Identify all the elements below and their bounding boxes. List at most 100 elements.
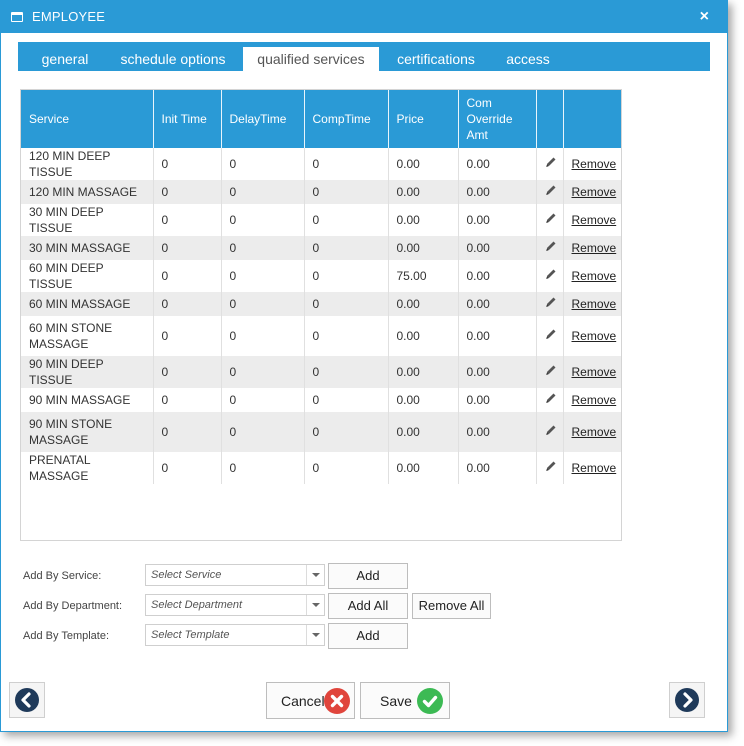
remove-link[interactable]: Remove (572, 425, 617, 439)
table-row[interactable]: 120 MIN DEEP TISSUE 0 0 0 0.00 0.00 Remove (21, 148, 621, 180)
table-row[interactable]: PRENATAL MASSAGE 0 0 0 0.00 0.00 Remove (21, 452, 621, 484)
dropdown-arrow-icon[interactable] (306, 565, 324, 585)
edit-cell (536, 260, 564, 292)
comp-time-cell: 0 (304, 356, 389, 388)
remove-all-button[interactable]: Remove All (412, 593, 491, 619)
remove-link[interactable]: Remove (572, 297, 617, 311)
pencil-icon[interactable] (545, 212, 557, 224)
add-service-button[interactable]: Add (328, 563, 408, 589)
remove-link[interactable]: Remove (572, 329, 617, 343)
tab-access[interactable]: access (496, 48, 560, 71)
remove-link[interactable]: Remove (572, 241, 617, 255)
next-button[interactable] (669, 682, 705, 718)
table-row[interactable]: 30 MIN DEEP TISSUE 0 0 0 0.00 0.00 Remove (21, 204, 621, 236)
close-button[interactable]: × (700, 8, 709, 26)
pencil-icon[interactable] (545, 296, 557, 308)
save-button[interactable]: Save (360, 682, 450, 719)
add-all-button[interactable]: Add All (328, 593, 408, 619)
pencil-icon[interactable] (545, 392, 557, 404)
remove-cell: Remove (563, 316, 621, 356)
column-header-init-time[interactable]: Init Time (153, 90, 222, 148)
remove-link[interactable]: Remove (572, 269, 617, 283)
pencil-icon[interactable] (545, 460, 557, 472)
add-by-department-label: Add By Department: (23, 600, 123, 612)
com-override-cell: 0.00 (458, 412, 537, 452)
remove-link[interactable]: Remove (572, 213, 617, 227)
comp-time-cell: 0 (304, 452, 389, 484)
service-select[interactable]: Select Service (145, 564, 325, 586)
cancel-button[interactable]: Cancel (266, 682, 355, 719)
previous-button[interactable] (9, 682, 45, 718)
delay-time-cell: 0 (221, 356, 305, 388)
pencil-icon[interactable] (545, 240, 557, 252)
remove-link[interactable]: Remove (572, 157, 617, 171)
save-button-label: Save (380, 693, 412, 709)
column-header-com-override-amt[interactable]: Com Override Amt (458, 90, 537, 148)
comp-time-cell: 0 (304, 260, 389, 292)
pencil-icon[interactable] (545, 268, 557, 280)
tab-qualified-services[interactable]: qualified services (243, 47, 379, 71)
dropdown-arrow-icon[interactable] (306, 595, 324, 615)
delay-time-cell: 0 (221, 388, 305, 412)
remove-cell: Remove (563, 236, 621, 260)
column-header-service[interactable]: Service (21, 90, 154, 148)
delay-time-cell: 0 (221, 452, 305, 484)
column-header-remove (563, 90, 621, 148)
price-cell: 0.00 (388, 236, 459, 260)
table-row[interactable]: 120 MIN MASSAGE 0 0 0 0.00 0.00 Remove (21, 180, 621, 204)
tab-general[interactable]: general (26, 48, 104, 71)
table-row[interactable]: 90 MIN MASSAGE 0 0 0 0.00 0.00 Remove (21, 388, 621, 412)
remove-link[interactable]: Remove (572, 365, 617, 379)
add-template-button[interactable]: Add (328, 623, 408, 649)
table-row[interactable]: 60 MIN STONE MASSAGE 0 0 0 0.00 0.00 Remove (21, 316, 621, 356)
dropdown-arrow-icon[interactable] (306, 625, 324, 645)
table-row[interactable]: 90 MIN STONE MASSAGE 0 0 0 0.00 0.00 Remove (21, 412, 621, 452)
service-cell: 120 MIN DEEP TISSUE (21, 148, 154, 180)
department-select[interactable]: Select Department (145, 594, 325, 616)
init-time-cell: 0 (153, 180, 222, 204)
delay-time-cell: 0 (221, 204, 305, 236)
tab-schedule-options[interactable]: schedule options (113, 48, 233, 71)
edit-cell (536, 412, 564, 452)
init-time-cell: 0 (153, 148, 222, 180)
pencil-icon[interactable] (545, 364, 557, 376)
com-override-cell: 0.00 (458, 260, 537, 292)
cancel-button-label: Cancel (281, 693, 325, 709)
remove-cell: Remove (563, 356, 621, 388)
column-header-comp-time[interactable]: CompTime (304, 90, 389, 148)
column-header-delay-time[interactable]: DelayTime (221, 90, 305, 148)
remove-link[interactable]: Remove (572, 461, 617, 475)
table-row[interactable]: 60 MIN DEEP TISSUE 0 0 0 75.00 0.00 Remove (21, 260, 621, 292)
price-cell: 0.00 (388, 388, 459, 412)
edit-cell (536, 180, 564, 204)
remove-link[interactable]: Remove (572, 393, 617, 407)
edit-cell (536, 236, 564, 260)
template-select[interactable]: Select Template (145, 624, 325, 646)
pencil-icon[interactable] (545, 156, 557, 168)
column-header-price[interactable]: Price (388, 90, 459, 148)
chevron-left-icon (15, 688, 39, 712)
pencil-icon[interactable] (545, 328, 557, 340)
price-cell: 0.00 (388, 148, 459, 180)
comp-time-cell: 0 (304, 204, 389, 236)
init-time-cell: 0 (153, 356, 222, 388)
window-icon (11, 12, 23, 22)
pencil-icon[interactable] (545, 424, 557, 436)
edit-cell (536, 148, 564, 180)
table-row[interactable]: 60 MIN MASSAGE 0 0 0 0.00 0.00 Remove (21, 292, 621, 316)
table-row[interactable]: 90 MIN DEEP TISSUE 0 0 0 0.00 0.00 Remove (21, 356, 621, 388)
table-row[interactable]: 30 MIN MASSAGE 0 0 0 0.00 0.00 Remove (21, 236, 621, 260)
pencil-icon[interactable] (545, 184, 557, 196)
remove-cell: Remove (563, 412, 621, 452)
remove-link[interactable]: Remove (572, 185, 617, 199)
init-time-cell: 0 (153, 388, 222, 412)
delay-time-cell: 0 (221, 236, 305, 260)
tab-certifications[interactable]: certifications (388, 48, 484, 71)
price-cell: 0.00 (388, 356, 459, 388)
edit-cell (536, 356, 564, 388)
price-cell: 0.00 (388, 412, 459, 452)
service-cell: 120 MIN MASSAGE (21, 180, 154, 204)
service-select-placeholder: Select Service (151, 569, 222, 581)
service-cell: 90 MIN MASSAGE (21, 388, 154, 412)
edit-cell (536, 204, 564, 236)
